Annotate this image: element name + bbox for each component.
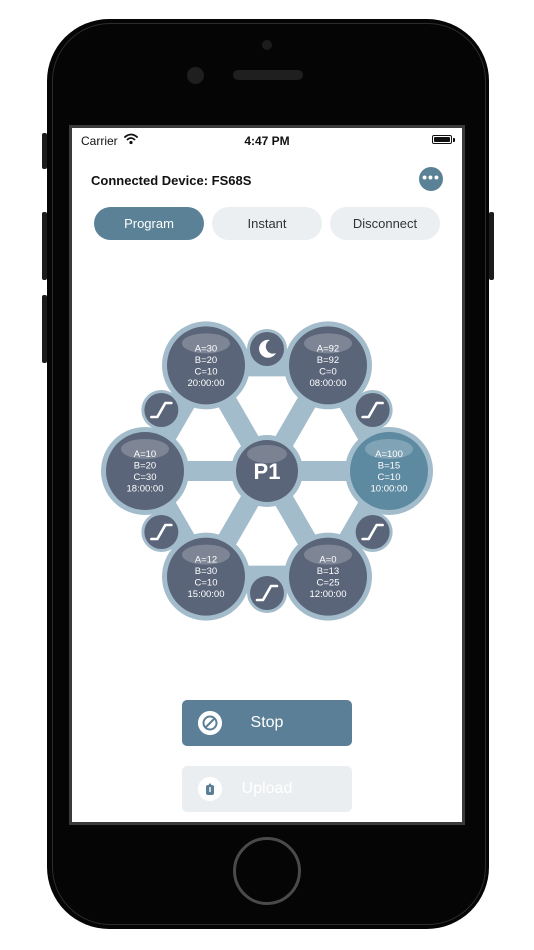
schedule-node-value: A=30: [195, 343, 217, 354]
schedule-node-value: B=15: [378, 461, 400, 472]
schedule-node-value: B=20: [195, 355, 217, 366]
upload-label: Upload: [241, 780, 293, 797]
ramp-icon[interactable]: [141, 512, 182, 552]
volume-down-button: [42, 295, 47, 363]
schedule-node-value: C=0: [319, 366, 337, 377]
home-button[interactable]: [233, 837, 301, 905]
power-button: [489, 212, 494, 280]
stop-button[interactable]: Stop: [182, 700, 352, 746]
schedule-node-value: 08:00:00: [310, 378, 347, 389]
ramp-icon[interactable]: [352, 390, 393, 430]
schedule-node[interactable]: A=10B=20C=3018:00:00: [101, 427, 189, 515]
ramp-icon[interactable]: [247, 573, 287, 613]
schedule-node-value: C=10: [195, 578, 218, 589]
program-center[interactable]: P1: [231, 435, 303, 507]
ramp-icon[interactable]: [352, 512, 393, 552]
schedule-node-value: A=100: [375, 449, 403, 460]
app-screen: Carrier 4:47 PM Connected Device: FS68S …: [69, 125, 465, 825]
moon-icon[interactable]: [247, 329, 287, 369]
schedule-node-value: B=13: [317, 566, 339, 577]
schedule-node-value: 18:00:00: [127, 484, 164, 495]
schedule-node-value: B=20: [134, 461, 156, 472]
volume-up-button: [42, 212, 47, 280]
schedule-node-value: 20:00:00: [188, 378, 225, 389]
schedule-node[interactable]: A=100B=15C=1010:00:00: [345, 427, 433, 515]
schedule-node-value: C=25: [317, 578, 340, 589]
schedule-node-value: B=30: [195, 566, 217, 577]
schedule-node-value: A=12: [195, 555, 217, 566]
front-camera: [187, 67, 204, 84]
schedule-node-value: A=10: [134, 449, 156, 460]
schedule-node-value: C=30: [134, 472, 157, 483]
schedule-node-value: C=10: [195, 366, 218, 377]
schedule-node-value: A=92: [317, 343, 339, 354]
schedule-node-value: 15:00:00: [188, 589, 225, 600]
program-center-label: P1: [254, 459, 281, 484]
proximity-sensor: [262, 40, 272, 50]
schedule-node-value: C=10: [378, 472, 401, 483]
earpiece-speaker: [233, 70, 303, 80]
schedule-node-value: 10:00:00: [371, 484, 408, 495]
transition-body: [250, 332, 284, 366]
ramp-icon[interactable]: [141, 390, 182, 430]
schedule-node-value: A=0: [319, 555, 336, 566]
stop-label: Stop: [250, 714, 284, 731]
upload-button[interactable]: Upload: [182, 766, 352, 812]
mute-switch: [42, 133, 47, 169]
schedule-node-value: B=92: [317, 355, 339, 366]
schedule-node-value: 12:00:00: [310, 589, 347, 600]
